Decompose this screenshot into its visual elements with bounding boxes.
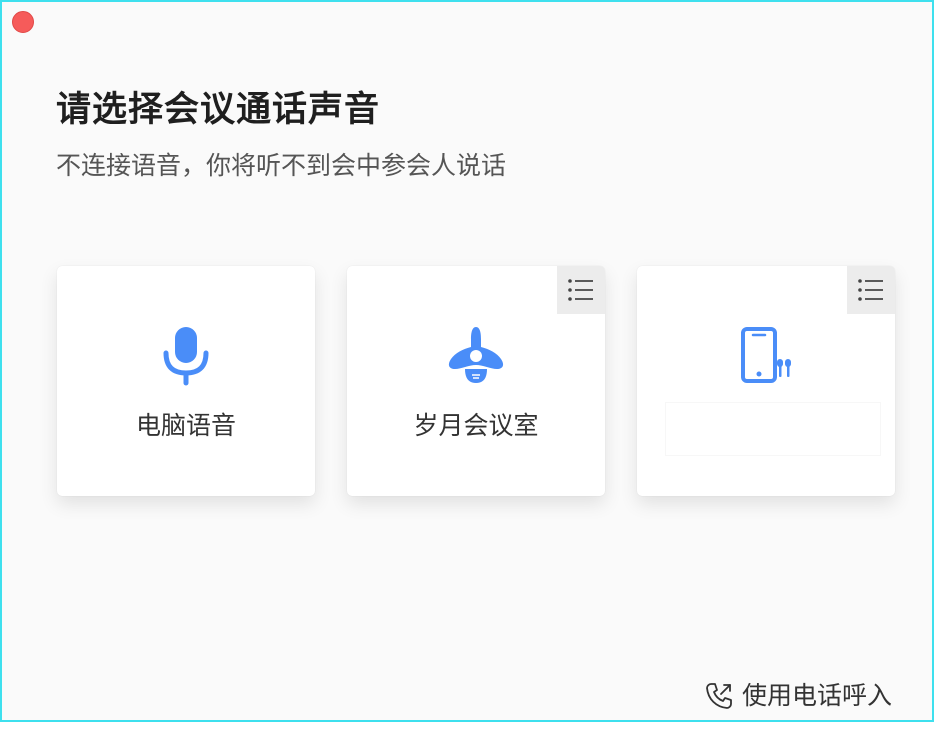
phone-call-icon (706, 683, 732, 709)
room-system-card[interactable]: 岁月会议室 (347, 266, 605, 496)
audio-selection-window: 请选择会议通话声音 不连接语音，你将听不到会中参会人说话 电脑语音 岁月会议室 … (0, 0, 934, 722)
microphone-icon (154, 324, 218, 388)
room-list-button[interactable] (557, 266, 605, 314)
phone-audio-label (665, 402, 881, 456)
page-subtitle: 不连接语音，你将听不到会中参会人说话 (56, 151, 507, 180)
computer-audio-card[interactable]: 电脑语音 (57, 266, 315, 496)
phone-audio-card[interactable] (637, 266, 895, 496)
conference-speaker-icon (444, 324, 508, 388)
close-button[interactable] (12, 11, 34, 33)
list-icon (568, 279, 593, 301)
computer-audio-label: 电脑语音 (135, 411, 236, 440)
dial-in-label: 使用电话呼入 (741, 681, 892, 710)
phone-earbuds-icon (734, 324, 798, 388)
list-icon (858, 279, 883, 301)
dial-in-button[interactable]: 使用电话呼入 (704, 678, 892, 714)
room-system-label: 岁月会议室 (413, 411, 539, 440)
page-title: 请选择会议通话声音 (56, 90, 381, 130)
phone-list-button[interactable] (847, 266, 895, 314)
